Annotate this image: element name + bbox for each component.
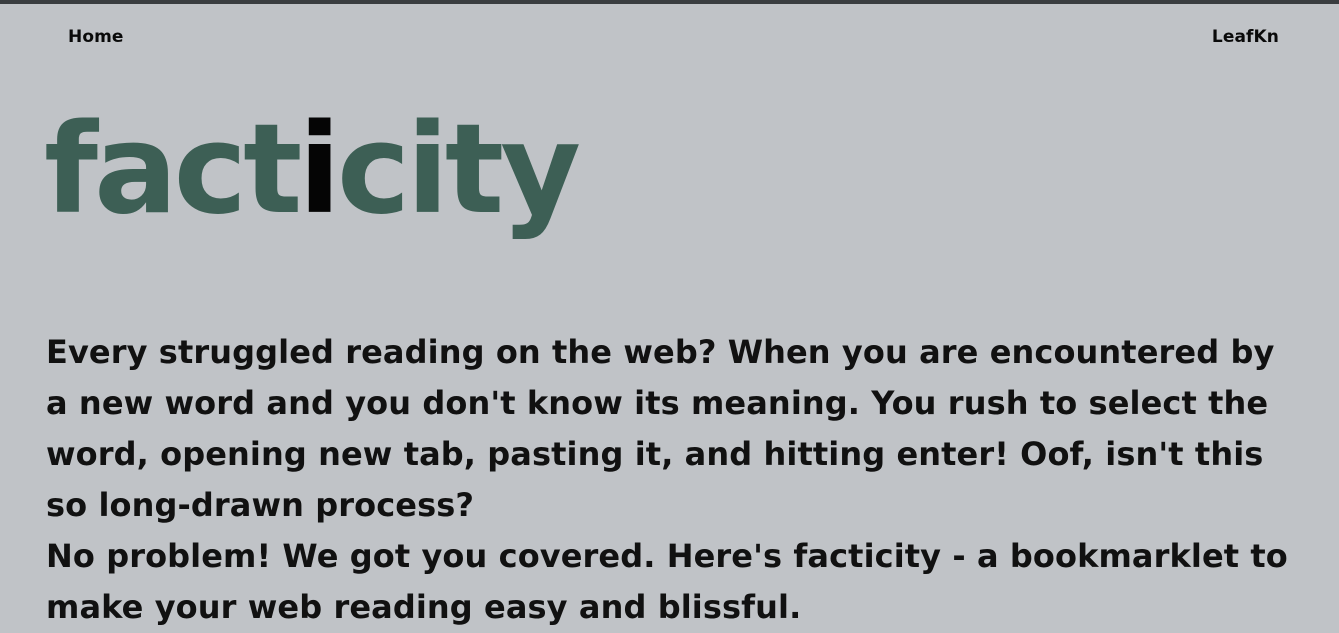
- intro-paragraph-problem: Every struggled reading on the web? When…: [46, 333, 1275, 524]
- facticity-logo-title: facticity: [44, 108, 581, 232]
- top-navigation: Home LeafKn: [0, 27, 1339, 51]
- intro-paragraph-solution: No problem! We got you covered. Here's f…: [46, 537, 1288, 626]
- logo-text-part1: fact: [44, 98, 302, 242]
- top-border-bar: [0, 0, 1339, 4]
- nav-brand-link[interactable]: LeafKn: [1212, 27, 1279, 47]
- logo-text-highlight: i: [298, 98, 340, 242]
- intro-text: Every struggled reading on the web? When…: [46, 327, 1296, 633]
- nav-home-link[interactable]: Home: [68, 27, 124, 47]
- logo-text-part2: city: [336, 98, 581, 242]
